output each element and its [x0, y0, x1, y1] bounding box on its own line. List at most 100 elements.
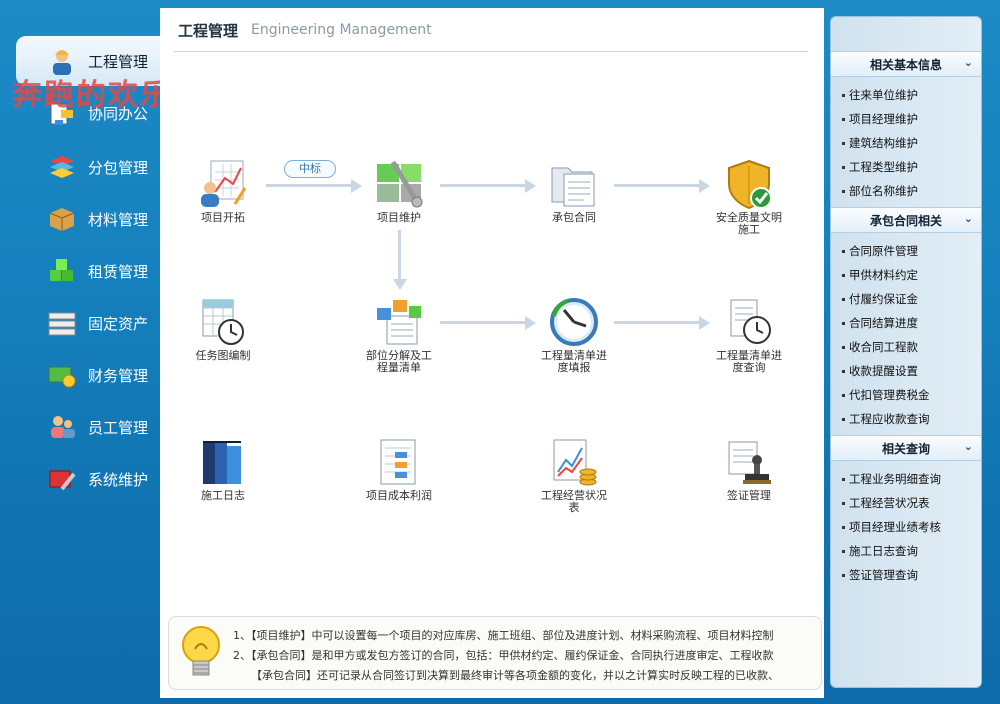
- section-contract-header[interactable]: 承包合同相关 ⌄: [831, 207, 981, 233]
- node-construction-log[interactable]: 施工日志: [163, 434, 283, 502]
- tips-box: 1、【项目维护】中可以设置每一个项目的对应库房、施工班组、部位及进度计划、材料采…: [168, 616, 822, 690]
- node-label: 工程经营状况表: [541, 489, 607, 514]
- node-label: 工程量清单进度填报: [541, 349, 607, 374]
- node-progress-fill[interactable]: 工程量清单进度填报: [514, 294, 634, 374]
- link-item[interactable]: 签证管理查询: [831, 563, 981, 587]
- safety-shield-icon: [721, 156, 777, 212]
- title-divider: [174, 51, 808, 52]
- node-label: 签证管理: [727, 489, 771, 502]
- node-label: 安全质量文明施工: [716, 211, 782, 236]
- business-chart-icon: [546, 434, 602, 490]
- node-project-maintain[interactable]: 项目维护: [339, 156, 459, 224]
- node-cost-profit[interactable]: 项目成本利润: [339, 434, 459, 502]
- chevron-down-icon: ⌄: [963, 440, 973, 453]
- section-title: 相关基本信息: [869, 57, 942, 72]
- stamp-icon: [721, 434, 777, 490]
- right-panel-top-spacer: [831, 17, 981, 51]
- link-item[interactable]: 施工日志查询: [831, 539, 981, 563]
- link-item[interactable]: 工程类型维护: [831, 155, 981, 179]
- sidebar-item-label: 租赁管理: [88, 262, 149, 281]
- node-task-chart[interactable]: 任务图编制: [163, 294, 283, 362]
- section-title: 承包合同相关: [869, 213, 942, 228]
- chevron-down-icon: ⌄: [963, 56, 973, 69]
- node-visa[interactable]: 签证管理: [689, 434, 809, 502]
- sidebar-item-label: 固定资产: [88, 314, 149, 333]
- section-basic-info-list: 往来单位维护 项目经理维护 建筑结构维护 工程类型维护 部位名称维护: [831, 77, 981, 207]
- section-title: 相关查询: [881, 441, 930, 456]
- cost-profit-icon: [371, 434, 427, 490]
- page-subtitle: Engineering Management: [251, 22, 432, 38]
- node-label: 施工日志: [201, 489, 245, 502]
- link-item[interactable]: 收合同工程款: [831, 335, 981, 359]
- server-icon: [46, 307, 78, 339]
- section-query-header[interactable]: 相关查询 ⌄: [831, 435, 981, 461]
- sidebar-item-label: 员工管理: [88, 418, 149, 437]
- project-expand-icon: [195, 156, 251, 212]
- task-chart-icon: [195, 294, 251, 350]
- chevron-down-icon: ⌄: [963, 212, 973, 225]
- sidebar-item-lease[interactable]: 租赁管理: [16, 246, 160, 296]
- contract-folder-icon: [546, 156, 602, 212]
- node-decompose[interactable]: 部位分解及工程量清单: [339, 294, 459, 374]
- node-business-report[interactable]: 工程经营状况表: [514, 434, 634, 514]
- tools-icon: [46, 463, 78, 495]
- link-item[interactable]: 项目经理业绩考核: [831, 515, 981, 539]
- link-item[interactable]: 项目经理维护: [831, 107, 981, 131]
- node-contract[interactable]: 承包合同: [514, 156, 634, 224]
- flow-arrow-down: [393, 230, 407, 290]
- sidebar-item-label: 工程管理: [88, 52, 149, 71]
- sidebar-item-label: 财务管理: [88, 366, 149, 385]
- link-item[interactable]: 合同原件管理: [831, 239, 981, 263]
- sidebar-item-material[interactable]: 材料管理: [16, 194, 160, 244]
- node-safety[interactable]: 安全质量文明施工: [689, 156, 809, 236]
- link-item[interactable]: 收款提醒设置: [831, 359, 981, 383]
- users-icon: [46, 411, 78, 443]
- link-item[interactable]: 合同结算进度: [831, 311, 981, 335]
- cubes-icon: [46, 255, 78, 287]
- section-basic-info-header[interactable]: 相关基本信息 ⌄: [831, 51, 981, 77]
- flow-tag-zhongbiao: 中标: [284, 160, 336, 178]
- link-item[interactable]: 建筑结构维护: [831, 131, 981, 155]
- tip-line: 【承包合同】还可记录从合同签订到决算到最终审计等各项金额的变化，并以之计算实时反…: [251, 669, 779, 682]
- node-label: 任务图编制: [195, 349, 251, 362]
- link-item[interactable]: 付履约保证金: [831, 287, 981, 311]
- sidebar-item-finance[interactable]: 财务管理: [16, 350, 160, 400]
- node-label: 工程量清单进度查询: [716, 349, 782, 374]
- link-item[interactable]: 部位名称维护: [831, 179, 981, 203]
- tip-line: 2、【承包合同】是和甲方或发包方签订的合同，包括：甲供材约定、履约保证金、合同执…: [233, 649, 774, 662]
- layers-icon: [46, 151, 78, 183]
- sidebar-item-label: 材料管理: [88, 210, 149, 229]
- right-panel: 相关基本信息 ⌄ 往来单位维护 项目经理维护 建筑结构维护 工程类型维护 部位名称…: [830, 16, 982, 688]
- main-panel: 工程管理 Engineering Management 中标 项目开拓 项目维护…: [160, 8, 824, 698]
- node-label: 承包合同: [552, 211, 596, 224]
- sidebar-item-subcontract[interactable]: 分包管理: [16, 142, 160, 192]
- link-item[interactable]: 代扣管理费税金: [831, 383, 981, 407]
- link-item[interactable]: 工程经营状况表: [831, 491, 981, 515]
- progress-clock-icon: [546, 294, 602, 350]
- sidebar-item-system[interactable]: 系统维护: [16, 454, 160, 504]
- tip-line: 1、【项目维护】中可以设置每一个项目的对应库房、施工班组、部位及进度计划、材料采…: [233, 629, 774, 642]
- link-item[interactable]: 工程应收款查询: [831, 407, 981, 431]
- sidebar-item-label: 系统维护: [88, 470, 149, 489]
- section-contract-list: 合同原件管理 甲供材料约定 付履约保证金 合同结算进度 收合同工程款 收款提醒设…: [831, 233, 981, 435]
- money-icon: [46, 359, 78, 391]
- lightbulb-icon: [179, 625, 223, 686]
- node-label: 项目维护: [377, 211, 421, 224]
- sidebar-item-label: 分包管理: [88, 158, 149, 177]
- node-progress-query[interactable]: 工程量清单进度查询: [689, 294, 809, 374]
- node-label: 项目开拓: [201, 211, 245, 224]
- node-project-expand[interactable]: 项目开拓: [163, 156, 283, 224]
- sidebar-item-assets[interactable]: 固定资产: [16, 298, 160, 348]
- link-item[interactable]: 工程业务明细查询: [831, 467, 981, 491]
- link-item[interactable]: 甲供材料约定: [831, 263, 981, 287]
- progress-query-icon: [721, 294, 777, 350]
- sidebar-item-staff[interactable]: 员工管理: [16, 402, 160, 452]
- link-item[interactable]: 往来单位维护: [831, 83, 981, 107]
- box-icon: [46, 203, 78, 235]
- node-label: 项目成本利润: [366, 489, 432, 502]
- project-maintain-icon: [371, 156, 427, 212]
- node-label: 部位分解及工程量清单: [366, 349, 432, 374]
- decompose-icon: [371, 294, 427, 350]
- log-books-icon: [195, 434, 251, 490]
- section-query-list: 工程业务明细查询 工程经营状况表 项目经理业绩考核 施工日志查询 签证管理查询: [831, 461, 981, 591]
